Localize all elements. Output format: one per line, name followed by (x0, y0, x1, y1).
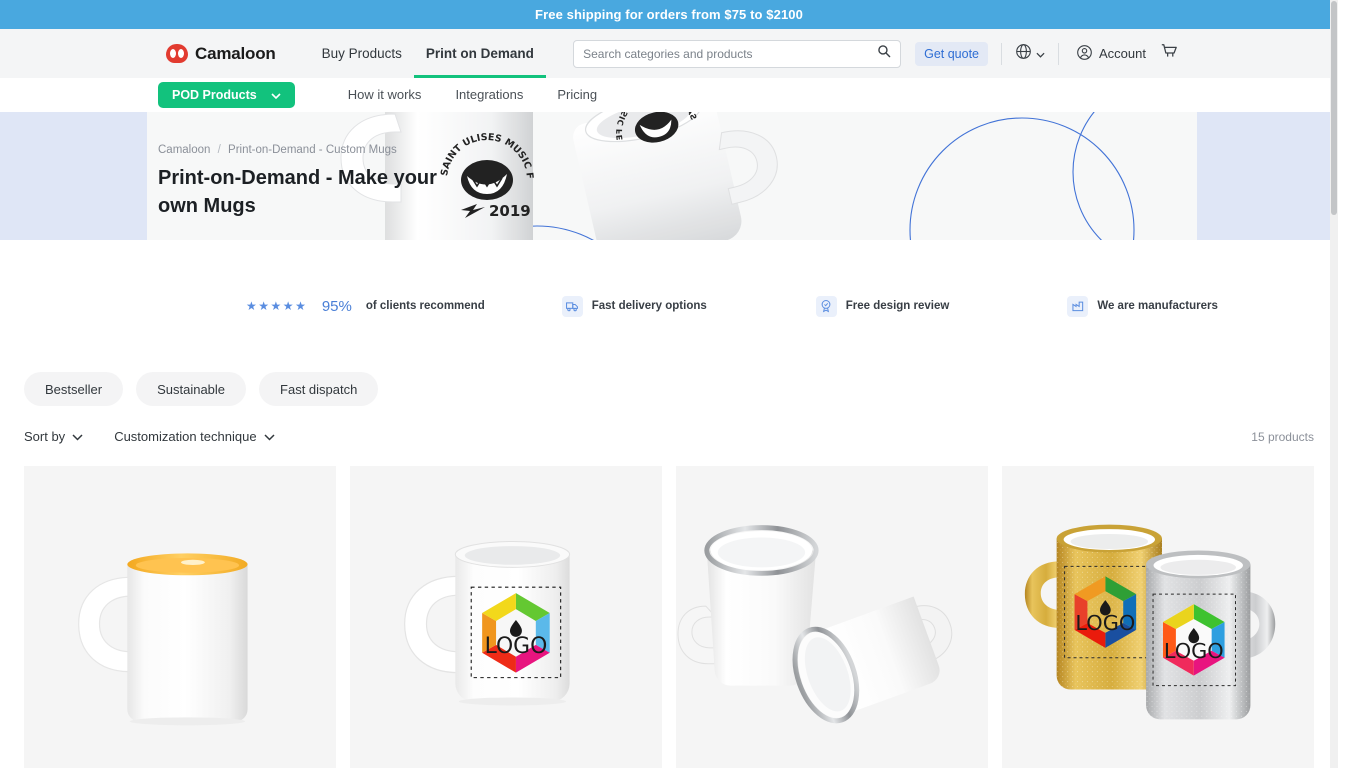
filter-bar: Bestseller Sustainable Fast dispatch Sor… (0, 372, 1338, 444)
trust-item-delivery: Fast delivery options (561, 295, 707, 317)
svg-text:LOGO: LOGO (1075, 611, 1135, 635)
trust-label-manufacturers: We are manufacturers (1097, 300, 1218, 312)
customization-technique-dropdown[interactable]: Customization technique (114, 429, 275, 444)
chevron-down-icon (1036, 45, 1045, 63)
sort-by-label: Sort by (24, 429, 66, 444)
pod-products-dropdown[interactable]: POD Products (158, 81, 295, 108)
trust-item-rating: ★ ★ ★ ★ ★ 95% of clients recommend (246, 298, 485, 315)
filter-chips: Bestseller Sustainable Fast dispatch (24, 372, 1314, 406)
subnav-item-pricing[interactable]: Pricing (540, 87, 614, 102)
search-icon[interactable] (877, 44, 891, 63)
truck-icon (561, 295, 583, 317)
breadcrumb-item-current: Print-on-Demand - Custom Mugs (228, 144, 397, 156)
product-grid: LOGO LOGO LOGO (0, 466, 1338, 768)
filter-chip-bestseller[interactable]: Bestseller (24, 372, 124, 406)
page-root: Free shipping for orders from $75 to $21… (0, 0, 1338, 768)
breadcrumb-separator: / (217, 144, 221, 156)
brand-name: Camaloon (195, 43, 276, 63)
star-rating-icon: ★ ★ ★ ★ ★ (246, 299, 306, 313)
divider (1001, 42, 1003, 65)
badge-check-icon (815, 295, 837, 317)
scrollbar-thumb[interactable] (1331, 1, 1337, 215)
product-image (24, 466, 336, 768)
secondary-nav-links: How it works Integrations Pricing (331, 87, 614, 102)
sort-row: Sort by Customization technique 15 produ… (24, 429, 1314, 444)
recommend-percent: 95% (321, 297, 352, 315)
camaloon-mark-icon (166, 44, 188, 63)
search-box[interactable] (573, 39, 902, 68)
breadcrumb: Camaloon / Print-on-Demand - Custom Mugs (158, 144, 458, 156)
nav-item-buy-products[interactable]: Buy Products (310, 29, 414, 78)
logo[interactable]: Camaloon (166, 44, 276, 64)
trust-badges: ★ ★ ★ ★ ★ 95% of clients recommend Fast deli… (0, 240, 1338, 372)
hero-card: SAINT ULISES MUSIC FESTIVAL 2019 (147, 112, 1197, 240)
product-card-white-mug-yellow-inside[interactable] (24, 466, 336, 768)
product-count: 15 products (1251, 429, 1314, 444)
filter-chip-fast-dispatch[interactable]: Fast dispatch (259, 372, 379, 406)
header-actions: Get quote (573, 39, 1178, 68)
product-image (676, 466, 988, 768)
globe-icon (1015, 43, 1032, 65)
hero-banner: SAINT ULISES MUSIC FESTIVAL 2019 (0, 112, 1338, 240)
product-image: LOGO (1002, 466, 1314, 768)
page-scrollbar[interactable] (1330, 0, 1338, 768)
trust-label-delivery: Fast delivery options (591, 300, 707, 312)
product-image: LOGO (350, 466, 662, 768)
divider (1058, 42, 1060, 65)
svg-text:LOGO: LOGO (485, 634, 548, 659)
trust-label-design-review: Free design review (845, 300, 950, 312)
trust-item-manufacturers: We are manufacturers (1067, 295, 1218, 317)
promo-text: Free shipping for orders from $75 to $21… (535, 7, 803, 22)
get-quote-button[interactable]: Get quote (915, 41, 989, 66)
svg-text:LOGO: LOGO (1164, 639, 1224, 663)
account-button[interactable]: Account (1076, 44, 1146, 64)
page-title: Print-on-Demand - Make your own Mugs (158, 167, 437, 218)
chevron-down-icon (264, 429, 275, 444)
chevron-down-icon (72, 429, 83, 444)
chevron-down-icon (271, 88, 281, 102)
product-card-gold-and-silver-glitter-mugs[interactable]: LOGO LOGO (1002, 466, 1314, 768)
nav-item-print-on-demand[interactable]: Print on Demand (413, 29, 546, 78)
search-input[interactable] (583, 46, 878, 61)
trust-item-design-review: Free design review (815, 295, 950, 317)
account-icon (1076, 44, 1093, 64)
filter-chip-sustainable[interactable]: Sustainable (136, 372, 247, 406)
breadcrumb-item-home[interactable]: Camaloon (158, 144, 210, 156)
cart-button[interactable] (1160, 42, 1178, 65)
subnav-item-integrations[interactable]: Integrations (438, 87, 540, 102)
product-card-white-enamel-mug-pair[interactable] (676, 466, 988, 768)
subnav-item-how-it-works[interactable]: How it works (331, 87, 439, 102)
site-header: Camaloon Buy Products Print on Demand Ge… (0, 29, 1338, 78)
hero-text: Camaloon / Print-on-Demand - Custom Mugs… (158, 144, 458, 221)
factory-icon (1067, 295, 1089, 317)
secondary-nav: POD Products How it works Integrations P… (0, 78, 1338, 112)
promo-banner: Free shipping for orders from $75 to $21… (0, 0, 1338, 29)
sort-by-dropdown[interactable]: Sort by (24, 429, 83, 444)
recommend-label: of clients recommend (365, 300, 485, 312)
product-card-white-ceramic-mug-with-logo-print[interactable]: LOGO (350, 466, 662, 768)
primary-nav: Buy Products Print on Demand (310, 29, 546, 78)
customization-technique-label: Customization technique (114, 429, 257, 444)
language-selector[interactable] (1015, 43, 1045, 65)
account-label: Account (1099, 46, 1146, 61)
pod-products-label: POD Products (172, 87, 257, 102)
